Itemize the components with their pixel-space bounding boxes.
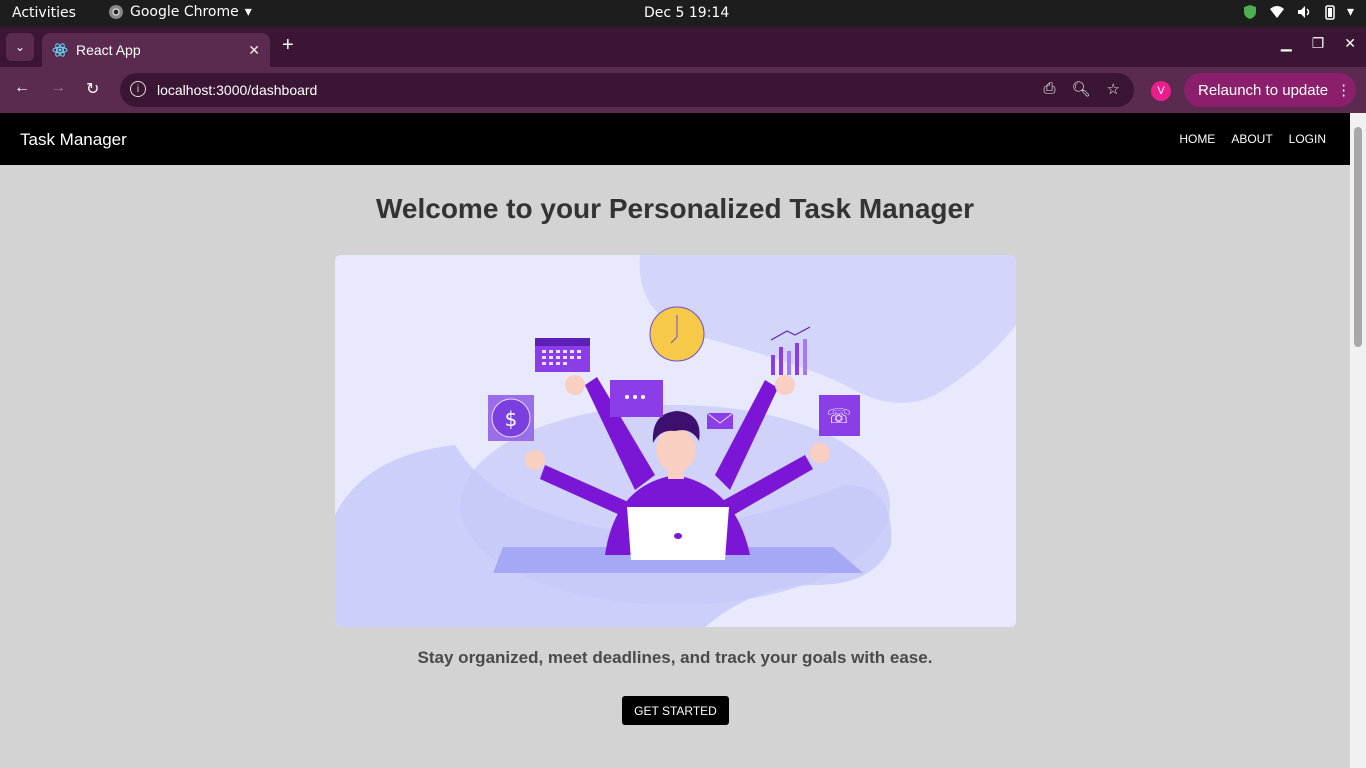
app-menu[interactable]: Google Chrome ▾ — [108, 4, 252, 20]
browser-toolbar: ← → ↻ i localhost:3000/dashboard ⎙ 🔍︎ ☆ … — [0, 67, 1366, 113]
calendar-icon — [535, 338, 590, 372]
activities-button[interactable]: Activities — [12, 5, 76, 21]
close-icon[interactable]: ✕ — [248, 42, 260, 59]
minimize-icon[interactable]: ▁ — [1281, 35, 1292, 52]
hero-illustration: $ ☏ — [335, 255, 1016, 627]
chat-icon — [610, 380, 663, 417]
brand-title[interactable]: Task Manager — [20, 130, 127, 150]
back-icon[interactable]: ← — [14, 79, 30, 97]
tagline: Stay organized, meet deadlines, and trac… — [417, 648, 933, 667]
os-top-bar: Activities Google Chrome ▾ Dec 5 19:14 ▾ — [0, 0, 1366, 27]
install-app-icon[interactable]: ⎙ — [1043, 80, 1055, 98]
site-info-icon[interactable]: i — [130, 81, 146, 97]
close-window-icon[interactable]: ✕ — [1344, 35, 1356, 52]
relaunch-label: Relaunch to update — [1198, 81, 1329, 99]
tab-react-app[interactable]: React App ✕ — [42, 33, 270, 67]
get-started-button[interactable]: GET STARTED — [622, 696, 729, 725]
window-controls: ▁ ❐ ✕ — [1281, 35, 1356, 52]
nav-link-login[interactable]: LOGIN — [1289, 132, 1326, 146]
nav-links: HOME ABOUT LOGIN — [1179, 132, 1326, 146]
app-name: Google Chrome — [130, 4, 239, 20]
url-text[interactable]: localhost:3000/dashboard — [157, 82, 317, 98]
address-bar[interactable]: i localhost:3000/dashboard ⎙ 🔍︎ ☆ — [120, 73, 1134, 107]
relaunch-button[interactable]: Relaunch to update ⋮ — [1184, 73, 1356, 107]
clock[interactable]: Dec 5 19:14 — [644, 5, 729, 21]
wifi-icon — [1269, 6, 1284, 18]
mail-icon — [706, 412, 734, 429]
shield-icon — [1243, 5, 1256, 19]
app-navbar: Task Manager HOME ABOUT LOGIN — [0, 113, 1350, 165]
volume-icon — [1297, 6, 1310, 18]
clock-icon — [649, 306, 705, 362]
forward-icon[interactable]: → — [50, 79, 66, 97]
page-title: Welcome to your Personalized Task Manage… — [375, 193, 975, 224]
kebab-menu-icon[interactable]: ⋮ — [1336, 81, 1351, 99]
phone-icon: ☏ — [819, 395, 860, 436]
nav-link-about[interactable]: ABOUT — [1231, 132, 1272, 146]
nav-link-home[interactable]: HOME — [1179, 132, 1215, 146]
page-scrollbar[interactable] — [1350, 113, 1366, 768]
svg-text:$: $ — [505, 407, 518, 431]
chevron-down-icon: ⌄ — [14, 40, 26, 54]
caret-down-icon: ▾ — [244, 4, 252, 20]
dollar-icon: $ — [488, 395, 534, 441]
web-page: Task Manager HOME ABOUT LOGIN Welcome to… — [0, 113, 1350, 768]
profile-avatar[interactable]: V — [1151, 81, 1171, 101]
react-icon — [52, 43, 68, 57]
battery-icon — [1325, 5, 1335, 20]
restore-icon[interactable]: ❐ — [1312, 35, 1325, 52]
caret-down-icon: ▾ — [1346, 4, 1354, 20]
scrollbar-thumb[interactable] — [1354, 127, 1362, 347]
svg-text:☏: ☏ — [826, 404, 851, 428]
bookmark-star-icon[interactable]: ☆ — [1107, 80, 1120, 98]
zoom-icon[interactable]: 🔍︎ — [1072, 80, 1091, 98]
tab-strip: ⌄ React App ✕ + ▁ ❐ ✕ — [0, 27, 1366, 67]
tab-search-button[interactable]: ⌄ — [6, 33, 34, 61]
new-tab-button[interactable]: + — [282, 34, 294, 57]
system-tray[interactable]: ▾ — [1243, 4, 1354, 20]
tab-title: React App — [76, 42, 141, 58]
chrome-icon — [109, 5, 123, 19]
reload-icon[interactable]: ↻ — [86, 79, 99, 99]
